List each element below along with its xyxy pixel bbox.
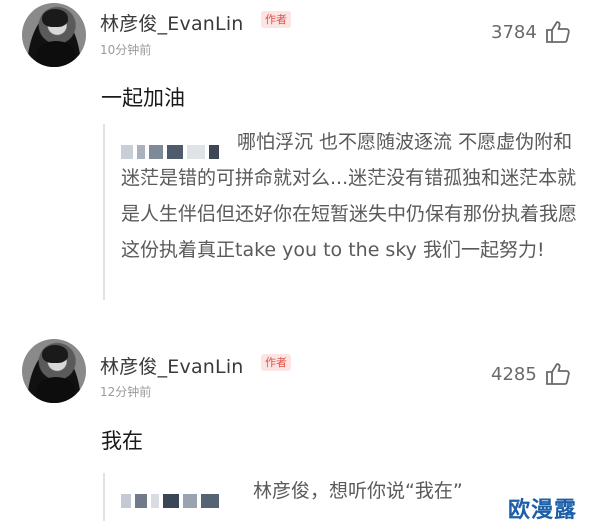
thumbs-up-icon[interactable] [545, 20, 571, 44]
quoted-reply-text: 林彦俊，想听你说“我在” [253, 480, 463, 502]
quoted-reply[interactable]: 哪怕浮沉 也不愿随波逐流 不愿虚伪附和 迷茫是错的可拼命就对么...迷茫没有错孤… [103, 124, 591, 300]
timestamp: 10分钟前 [100, 43, 152, 57]
username[interactable]: 林彦俊_EvanLin [100, 352, 244, 379]
comment-item: 林彦俊_EvanLin 作者 10分钟前 3784 一起加油 哪怕浮沉 也不愿随… [0, 0, 594, 335]
comment-text: 一起加油 [101, 86, 185, 110]
comment-item: 林彦俊_EvanLin 作者 12分钟前 4285 我在 林彦俊，想听你说“我在… [0, 335, 594, 529]
avatar[interactable] [22, 3, 86, 67]
like-count: 3784 [491, 22, 537, 43]
avatar[interactable] [22, 339, 86, 403]
author-badge: 作者 [261, 354, 291, 371]
like-count: 4285 [491, 364, 537, 385]
username[interactable]: 林彦俊_EvanLin [100, 9, 244, 36]
blurred-username [121, 483, 249, 508]
timestamp: 12分钟前 [100, 385, 152, 399]
thumbs-up-icon[interactable] [545, 362, 571, 386]
watermark: 欧漫露 [508, 498, 578, 523]
blurred-username [121, 134, 233, 159]
author-badge: 作者 [261, 11, 291, 28]
comment-text: 我在 [101, 429, 143, 453]
